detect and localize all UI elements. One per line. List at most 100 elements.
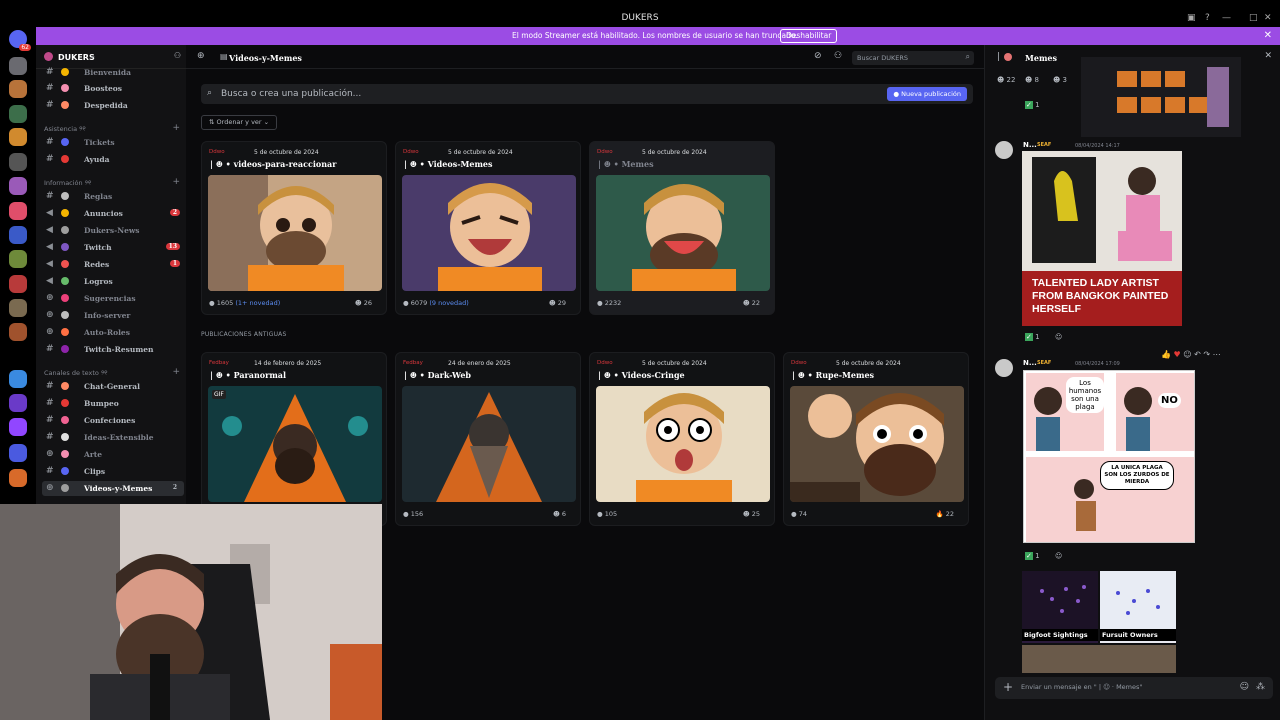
add-reaction-icon[interactable]: ☺ xyxy=(1055,333,1062,341)
sort-button[interactable]: ⇅ Ordenar y ver ⌄ xyxy=(201,115,278,130)
close-window-button[interactable]: ✕ xyxy=(1264,13,1272,23)
emoji-icon[interactable]: ☺ xyxy=(1183,350,1191,359)
channel-item[interactable]: # Ayuda xyxy=(42,152,184,167)
message-input[interactable]: + Enviar un mensaje en " | ☺ · Memes" ☺ … xyxy=(995,677,1273,699)
channel-item[interactable]: ◀ Dukers-News xyxy=(42,223,184,238)
server-icon[interactable] xyxy=(9,153,27,171)
reaction[interactable]: ☻ 8 xyxy=(1025,76,1039,84)
check-reaction[interactable]: ✓ 1 xyxy=(1025,552,1040,560)
channel-item[interactable]: ◀ Anuncios 2 xyxy=(42,206,184,221)
channel-item[interactable]: ⊕ Sugerencias xyxy=(42,291,184,306)
channel-item[interactable]: ⊕ Auto-Roles xyxy=(42,325,184,340)
server-icon[interactable] xyxy=(9,370,27,388)
server-icon[interactable] xyxy=(9,226,27,244)
add-channel-icon[interactable]: + xyxy=(172,367,180,377)
channel-item[interactable]: ◀ Logros xyxy=(42,274,184,289)
channel-item[interactable]: # Twitch-Resumen xyxy=(42,342,184,357)
post-reaction[interactable]: ☻ 6 xyxy=(553,510,566,518)
server-icon[interactable] xyxy=(9,177,27,195)
server-icon[interactable] xyxy=(9,444,27,462)
forum-post-card[interactable]: Ddwo 5 de octubre de 2024 | ☻ • Memes ● … xyxy=(589,141,775,315)
map-image[interactable]: Fursuit Owners xyxy=(1100,571,1176,643)
forum-post-card[interactable]: Ddwo 5 de octubre de 2024 | ☻ • videos-p… xyxy=(201,141,387,315)
channel-item[interactable]: # Confeciones xyxy=(42,413,184,428)
category-informacion[interactable]: Información ୨୧ xyxy=(44,179,91,188)
forum-post-card[interactable]: Ddwo 5 de octubre de 2024 | ☻ • Rupe-Mem… xyxy=(783,352,969,526)
server-icon[interactable] xyxy=(9,323,27,341)
more-icon[interactable]: ⋯ xyxy=(1213,350,1221,359)
channel-item[interactable]: # Reglas xyxy=(42,189,184,204)
threads-icon[interactable]: ⊕ xyxy=(197,51,205,61)
heart-icon[interactable]: ♥ xyxy=(1174,350,1181,359)
help-icon[interactable]: ? xyxy=(1205,13,1210,23)
post-reaction[interactable]: ☻ 29 xyxy=(549,299,566,307)
post-reaction[interactable]: ☻ 25 xyxy=(743,510,760,518)
channel-item[interactable]: # Bumpeo xyxy=(42,396,184,411)
channel-item[interactable]: # Boosteos xyxy=(42,81,184,96)
disable-streamer-button[interactable]: Deshabilitar xyxy=(780,29,838,43)
server-icon[interactable] xyxy=(9,202,27,220)
inbox-icon[interactable]: ▣ xyxy=(1187,13,1196,23)
emoji-icon[interactable]: ☺ xyxy=(1240,682,1249,692)
channel-item[interactable]: ⊕ Arte xyxy=(42,447,184,462)
server-search-input[interactable]: Buscar DUKERS ⌕ xyxy=(852,51,974,65)
apps-icon[interactable]: ⁂ xyxy=(1256,682,1265,692)
channel-item[interactable]: # Tickets xyxy=(42,135,184,150)
mute-icon[interactable]: ⊘ xyxy=(814,51,822,61)
close-icon[interactable]: ✕ xyxy=(1264,51,1272,61)
twitch-server-icon[interactable] xyxy=(9,418,27,436)
category-texto[interactable]: Canales de texto ୨୧ xyxy=(44,369,108,378)
reaction[interactable]: ☻ 3 xyxy=(1053,76,1067,84)
avatar[interactable] xyxy=(995,359,1013,377)
channel-item[interactable]: # Bienvenida xyxy=(42,65,184,80)
meme-image[interactable]: TALENTED LADY ARTIST FROM BANGKOK PAINTE… xyxy=(1022,151,1182,326)
add-channel-icon[interactable]: + xyxy=(172,177,180,187)
check-reaction[interactable]: ✓ 1 xyxy=(1025,333,1040,341)
server-icon[interactable] xyxy=(9,394,27,412)
map-image[interactable]: Bigfoot Sightings xyxy=(1022,571,1098,643)
meme-image[interactable] xyxy=(1022,645,1176,673)
server-icon[interactable] xyxy=(9,469,27,487)
server-icon[interactable] xyxy=(9,80,27,98)
new-post-button[interactable]: ● Nueva publicación xyxy=(887,87,967,101)
server-icon[interactable] xyxy=(9,275,27,293)
post-search-input[interactable]: ⌕ Busca o crea una publicación... ● Nuev… xyxy=(201,84,973,104)
forum-post-card[interactable]: Fedbay 24 de enero de 2025 | ☻ • Dark-We… xyxy=(395,352,581,526)
message-author[interactable]: N... xyxy=(1023,359,1037,367)
server-icon[interactable] xyxy=(9,105,27,123)
message-author[interactable]: N... xyxy=(1023,141,1037,149)
forum-post-card[interactable]: Ddwo 5 de octubre de 2024 | ☻ • Videos-M… xyxy=(395,141,581,315)
channel-item[interactable]: ◀ Twitch 13 xyxy=(42,240,184,255)
minimize-button[interactable]: — xyxy=(1222,13,1231,23)
channel-item[interactable]: # Ideas-Extensible xyxy=(42,430,184,445)
comic-image[interactable]: Los humanos son una plaga NO LA UNICA PL… xyxy=(1023,370,1195,543)
add-reaction-icon[interactable]: ☺ xyxy=(1055,552,1062,560)
post-reaction[interactable]: 🔥 22 xyxy=(936,510,954,518)
channel-item[interactable]: # Clips xyxy=(42,464,184,479)
reply-icon[interactable]: ↶ xyxy=(1194,350,1201,359)
add-channel-icon[interactable]: + xyxy=(172,123,180,133)
forward-icon[interactable]: ↷ xyxy=(1203,350,1210,359)
server-icon[interactable] xyxy=(9,57,27,75)
members-icon[interactable]: ⚇ xyxy=(834,51,842,61)
maximize-button[interactable]: □ xyxy=(1249,13,1258,23)
category-asistencia[interactable]: Asistencia ୨୧ xyxy=(44,125,86,134)
post-reaction[interactable]: ☻ 26 xyxy=(355,299,372,307)
forum-post-card[interactable]: Ddwo 5 de octubre de 2024 | ☻ • Videos-C… xyxy=(589,352,775,526)
add-member-icon[interactable]: ⚇ xyxy=(174,51,181,60)
forum-post-card[interactable]: Fedbay 14 de febrero de 2025 | ☻ • Paran… xyxy=(201,352,387,526)
channel-item[interactable]: ◀ Redes 1 xyxy=(42,257,184,272)
post-reaction[interactable]: ☻ 22 xyxy=(743,299,760,307)
attach-icon[interactable]: + xyxy=(1003,680,1013,694)
channel-item[interactable]: # Chat-General xyxy=(42,379,184,394)
channel-item-active[interactable]: ⊕ Videos-y-Memes 2 xyxy=(42,481,184,496)
avatar[interactable] xyxy=(995,141,1013,159)
channel-item[interactable]: # Despedida xyxy=(42,98,184,113)
server-icon[interactable] xyxy=(9,128,27,146)
check-reaction[interactable]: ✓ 1 xyxy=(1025,101,1040,109)
thumbs-up-icon[interactable]: 👍 xyxy=(1161,350,1171,359)
channel-item[interactable]: ⊕ Info-server xyxy=(42,308,184,323)
close-icon[interactable]: ✕ xyxy=(1264,30,1272,41)
home-button[interactable]: 62 xyxy=(9,30,31,51)
server-icon[interactable] xyxy=(9,250,27,268)
